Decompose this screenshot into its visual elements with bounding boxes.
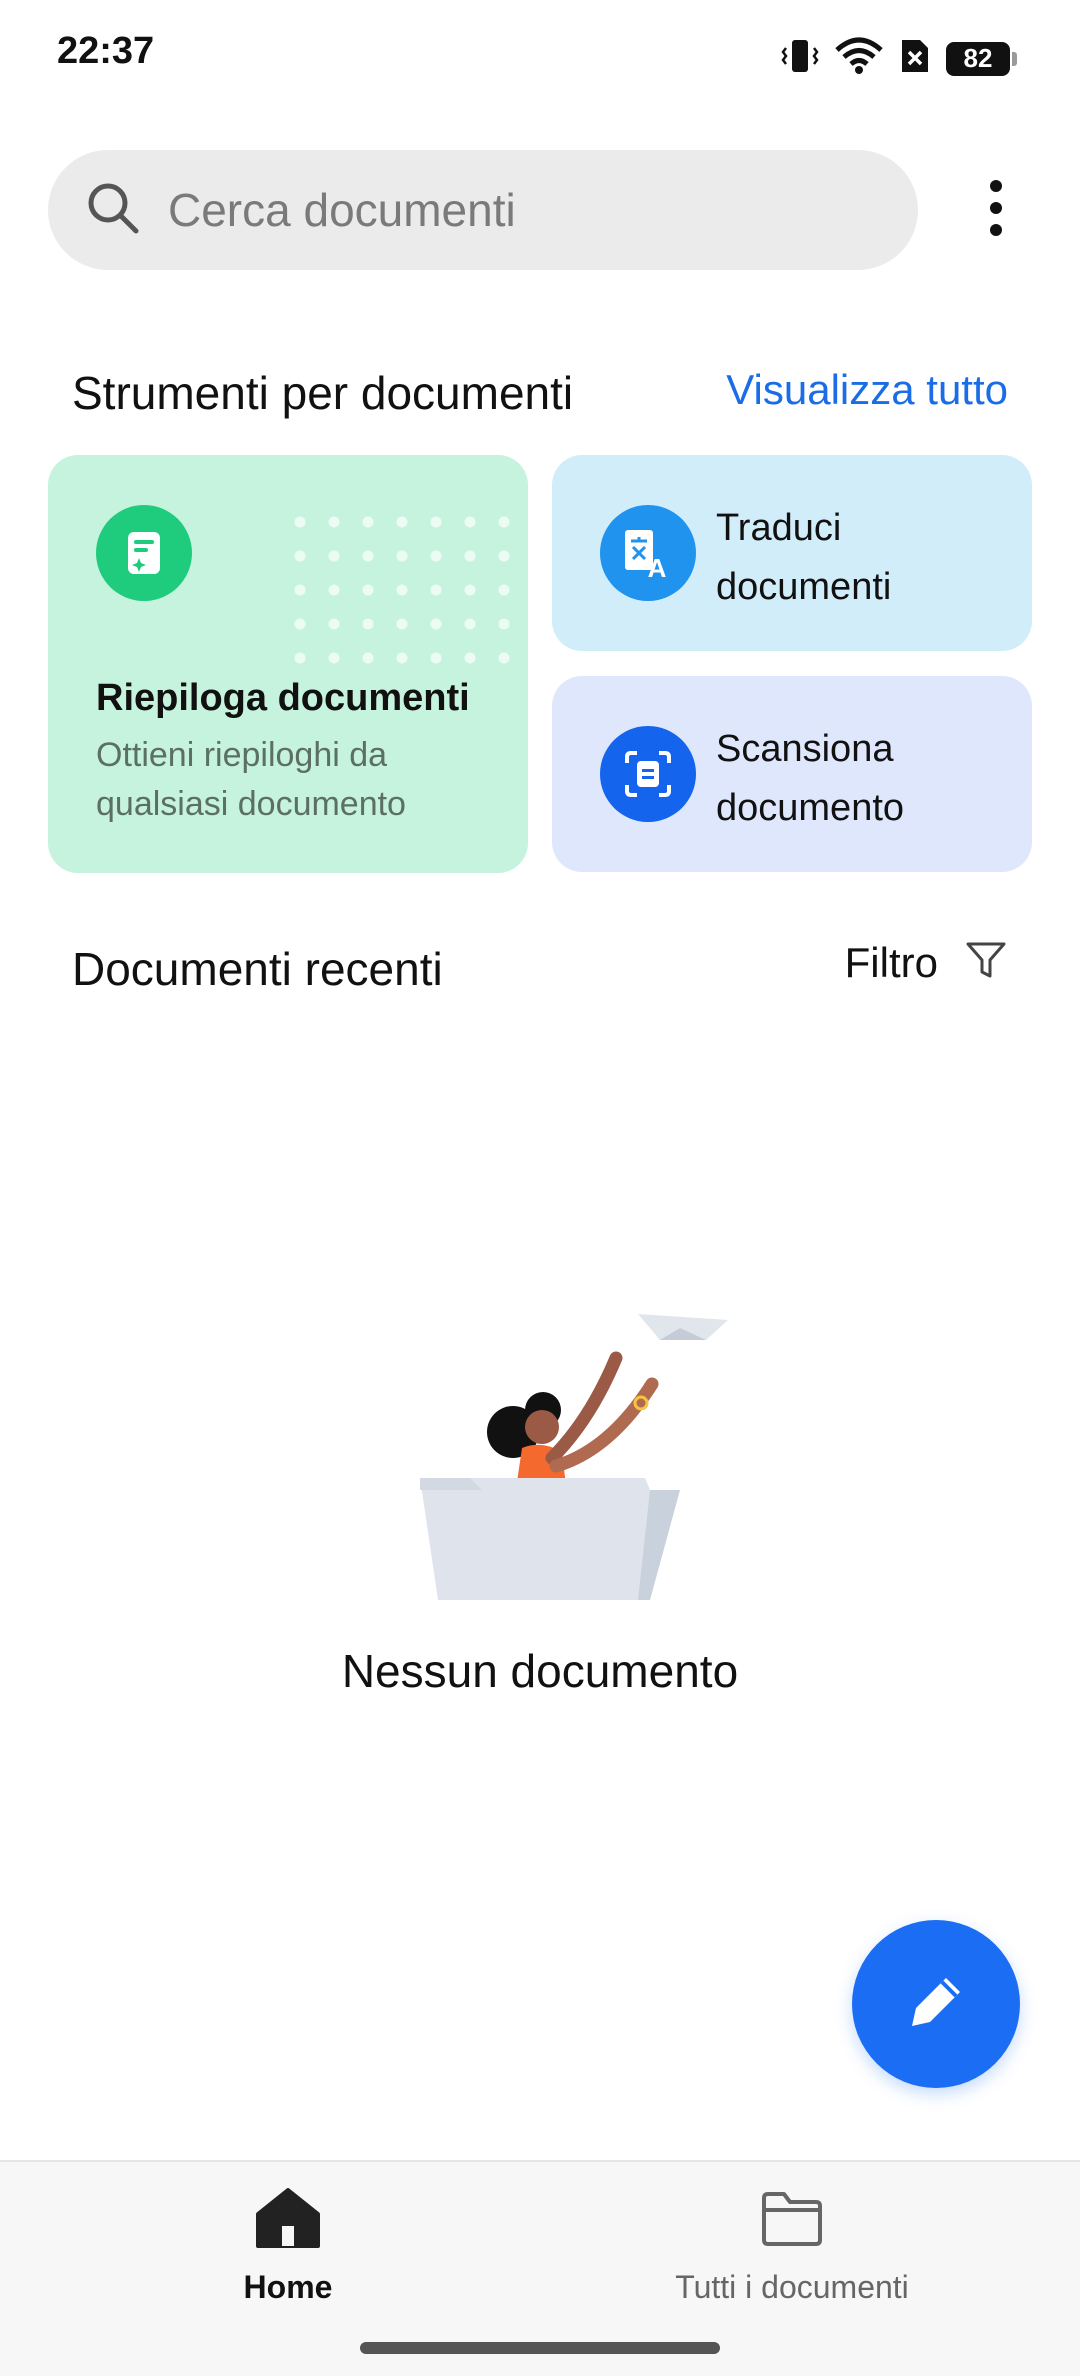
wifi-icon [834,36,884,81]
status-time: 22:37 [57,30,155,72]
battery-icon: 82 [946,41,1017,76]
summarize-description: Ottieni riepiloghi da qualsiasi document… [96,736,406,823]
translate-icon: A [600,505,696,601]
scan-document-card[interactable]: Scansiona documento [552,676,1032,872]
nav-all-documents[interactable]: Tutti i documenti [612,2186,972,2306]
more-options-button[interactable] [966,170,1026,250]
tools-section-title: Strumenti per documenti [72,367,574,419]
decorative-dots [283,505,513,685]
filter-label: Filtro [844,938,938,986]
home-icon [254,2186,322,2255]
view-all-link[interactable]: Visualizza tutto [726,366,1008,414]
scan-label: Scansiona documento [716,728,905,829]
empty-state-text: Nessun documento [341,1645,739,1697]
edit-pencil-icon [898,1964,974,2045]
nav-home[interactable]: Home [108,2186,468,2306]
status-bar: 22:37 82 [0,0,1080,120]
home-indicator [360,2342,720,2354]
more-vertical-icon [986,178,1006,243]
folder-icon [758,2186,826,2255]
translate-documents-card[interactable]: A Traduci documenti [552,455,1032,651]
search-input[interactable] [168,183,868,237]
summarize-documents-card[interactable]: Riepiloga documenti Ottieni riepiloghi d… [48,455,528,873]
vibrate-icon [780,36,820,81]
recent-documents-title: Documenti recenti [72,943,443,995]
create-document-fab[interactable] [852,1920,1020,2088]
summary-doc-icon [96,505,192,601]
battery-level: 82 [963,43,993,73]
nav-all-documents-label: Tutti i documenti [675,2269,909,2305]
status-icons: 82 [780,36,1017,81]
search-bar[interactable] [48,150,918,270]
empty-state-illustration [410,1300,740,1620]
filter-icon [964,938,1008,987]
svg-text:A: A [648,553,667,581]
search-icon [84,179,142,242]
summarize-title: Riepiloga documenti [96,677,470,719]
scan-icon [600,726,696,822]
translate-label: Traduci documenti [716,507,892,608]
no-sim-icon [898,36,932,81]
nav-home-label: Home [243,2269,333,2305]
filter-button[interactable]: Filtro [845,938,1008,987]
